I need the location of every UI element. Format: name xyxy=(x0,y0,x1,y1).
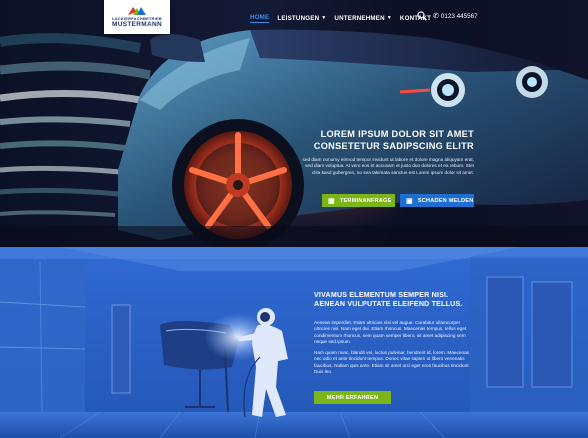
nav-item-leistungen[interactable]: LEISTUNGEN ▼ xyxy=(277,15,326,22)
hero-car-image xyxy=(0,29,588,247)
section2-title-line2: AENEAN VULPUTATE ELEIFEND TELLUS. xyxy=(314,300,463,308)
section2-paragraph-2: Nam quam nunc, blandit vel, luctus pulvi… xyxy=(314,350,470,374)
nav-item-label: UNTERNEHMEN xyxy=(334,14,385,22)
schaden-melden-button[interactable]: ▣ SCHADEN MELDEN xyxy=(400,194,474,207)
section2-title-line1: VIVAMUS ELEMENTUM SEMPER NISI. xyxy=(314,291,449,299)
nav-item-unternehmen[interactable]: UNTERNEHMEN ▼ xyxy=(334,15,391,22)
mehr-erfahren-button[interactable]: MEHR ERFAHREN xyxy=(314,391,391,404)
brand-name: MUSTERMANN xyxy=(112,21,162,28)
chevron-down-icon: ▼ xyxy=(386,15,392,21)
hero-title-line2: CONSETETUR SADIPSCING ELITR xyxy=(313,141,474,151)
hero-text: sed diam nonumy eirmod tempor invidunt u… xyxy=(302,157,474,175)
section2-title: VIVAMUS ELEMENTUM SEMPER NISI. AENEAN VU… xyxy=(314,291,484,309)
hero-title: LOREM IPSUM DOLOR SIT AMET CONSETETUR SA… xyxy=(300,128,474,152)
nav-item-label: HOME xyxy=(250,13,270,21)
brand-logo[interactable]: LACKIERFACHBETRIEB MUSTERMANN xyxy=(104,0,170,34)
chevron-down-icon: ▼ xyxy=(321,15,327,21)
terminanfrage-label: TERMINANFRAGE xyxy=(339,197,392,204)
main-nav: HOME LEISTUNGEN ▼ UNTERNEHMEN ▼ KONTAKT xyxy=(250,12,439,24)
calendar-icon: ▦ xyxy=(328,197,335,205)
section2-paragraph-1: Aenean imperdiet. Etiam ultricies nisi v… xyxy=(314,320,467,344)
phone-icon: ✆ xyxy=(433,13,439,20)
phone-link[interactable]: ✆ 0123 445567 xyxy=(433,12,478,21)
hero-title-line1: LOREM IPSUM DOLOR SIT AMET xyxy=(320,129,474,139)
paint-booth-section: VIVAMUS ELEMENTUM SEMPER NISI. AENEAN VU… xyxy=(0,247,588,438)
search-icon[interactable] xyxy=(417,11,427,21)
image-icon: ▣ xyxy=(406,197,413,205)
terminanfrage-button[interactable]: ▦ TERMINANFRAGE xyxy=(322,194,395,207)
phone-number: 0123 445567 xyxy=(440,12,478,20)
schaden-melden-label: SCHADEN MELDEN xyxy=(417,197,474,204)
nav-item-home[interactable]: HOME xyxy=(250,13,270,23)
hero-section: LACKIERFACHBETRIEB MUSTERMANN HOME LEIST… xyxy=(0,0,588,247)
brand-logo-mark xyxy=(128,7,146,15)
nav-item-label: LEISTUNGEN xyxy=(277,14,320,22)
paint-booth-image xyxy=(0,247,588,438)
